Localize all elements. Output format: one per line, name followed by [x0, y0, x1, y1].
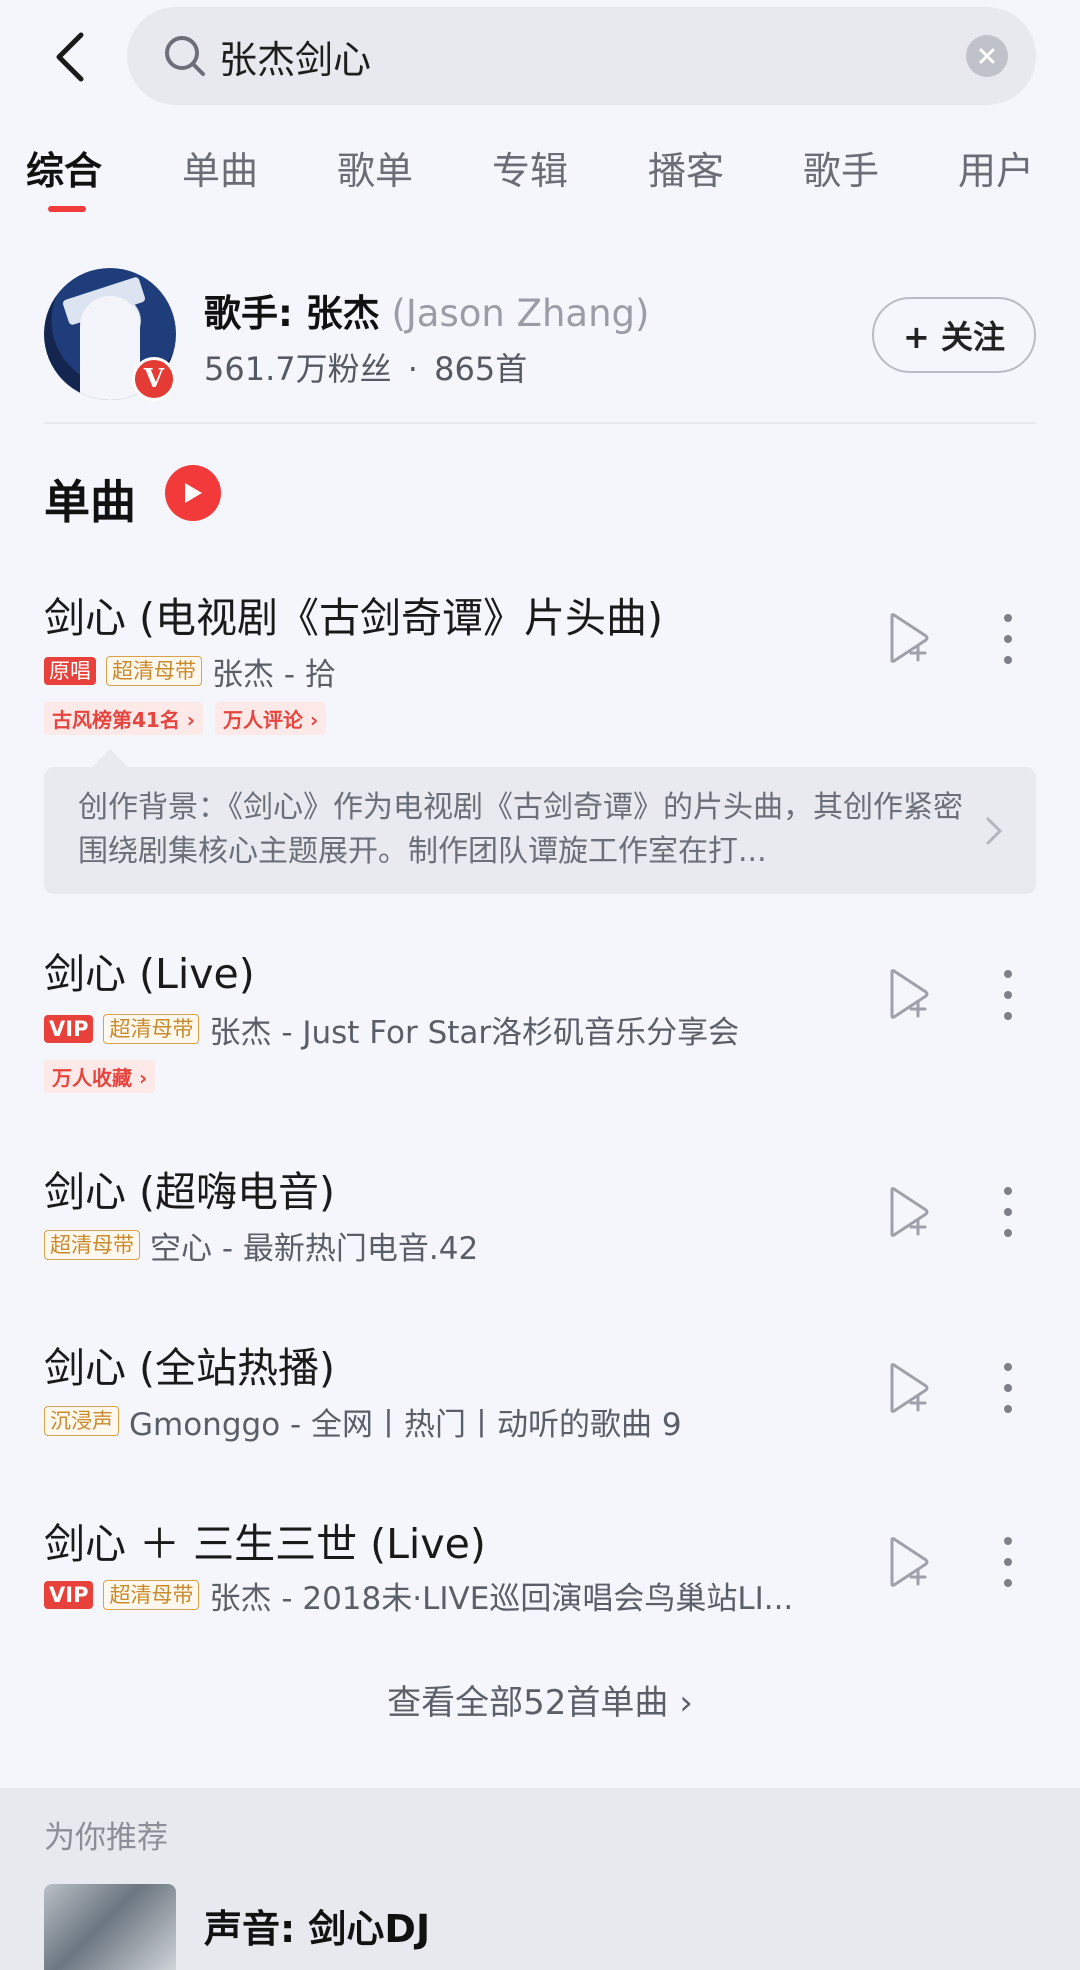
tab-playlists[interactable]: 歌单	[337, 140, 413, 195]
tab-comprehensive[interactable]: 综合	[26, 140, 102, 195]
more-options-icon[interactable]	[1000, 1537, 1016, 1587]
more-options-icon[interactable]	[1000, 970, 1016, 1020]
recommend-thumbnail[interactable]	[44, 1884, 176, 1970]
add-to-playlist-icon[interactable]	[886, 1536, 934, 1588]
tab-artists[interactable]: 歌手	[803, 140, 879, 195]
original-tag: 原唱	[44, 657, 96, 685]
divider	[44, 422, 1036, 424]
song-title[interactable]: 剑心 (超嗨电音)	[44, 1158, 335, 1218]
search-bar[interactable]: 张杰剑心	[127, 7, 1036, 105]
tab-songs[interactable]: 单曲	[182, 140, 258, 195]
more-options-icon[interactable]	[1000, 1363, 1016, 1413]
vip-tag: VIP	[44, 1581, 94, 1609]
recommend-title[interactable]: 声音: 剑心DJ	[204, 1898, 430, 1953]
search-tabs: 综合 单曲 歌单 专辑 播客 歌手 用户	[0, 140, 1080, 220]
verified-badge-icon: V	[132, 357, 176, 401]
artist-name-label: 歌手: 张杰	[204, 292, 380, 335]
vip-tag: VIP	[44, 1015, 94, 1043]
immersive-sound-tag: 沉浸声	[44, 1406, 119, 1436]
artist-stats: 561.7万粉丝 · 865首	[204, 344, 527, 390]
avatar-figure	[80, 296, 140, 400]
back-button[interactable]	[40, 22, 100, 92]
song-meta: 沉浸声 Gmonggo - 全网丨热门丨动听的歌曲 9	[44, 1402, 682, 1443]
active-tab-indicator	[48, 206, 86, 212]
fans-count: 561.7万粉丝	[204, 350, 392, 388]
back-arrow-icon	[56, 32, 84, 82]
song-artist-album: 张杰 - 2018未·LIVE巡回演唱会鸟巢站LI...	[209, 1580, 794, 1617]
more-options-icon[interactable]	[1000, 614, 1016, 664]
artist-english-name: (Jason Zhang)	[391, 292, 650, 335]
follow-button[interactable]: + 关注	[872, 297, 1036, 373]
quality-tag: 超清母带	[103, 1580, 200, 1610]
chevron-right-icon	[986, 817, 1003, 845]
quality-tag: 超清母带	[44, 1230, 140, 1260]
artist-name[interactable]: 歌手: 张杰 (Jason Zhang)	[204, 283, 649, 337]
song-meta: 原唱 超清母带 张杰 - 拾	[44, 652, 336, 693]
song-title[interactable]: 剑心 (全站热播)	[44, 1334, 335, 1394]
background-note-text: 创作背景：《剑心》作为电视剧《古剑奇谭》的片头曲，其创作紧密围绕剧集核心主题展开…	[78, 790, 963, 869]
stats-separator: ·	[407, 350, 418, 388]
song-meta: VIP 超清母带 张杰 - Just For Star洛杉矶音乐分享会	[44, 1010, 739, 1051]
song-title[interactable]: 剑心 (Live)	[44, 940, 255, 1000]
rank-chip[interactable]: 万人收藏 ›	[44, 1060, 156, 1093]
section-title: 单曲	[44, 475, 136, 529]
rank-chip[interactable]: 万人评论 ›	[215, 702, 327, 735]
song-ranks: 古风榜第41名 › 万人评论 ›	[44, 702, 338, 735]
tab-users[interactable]: 用户	[958, 140, 1034, 195]
play-all-button[interactable]	[165, 465, 221, 521]
note-pointer	[92, 749, 128, 767]
song-artist-album: 张杰 - 拾	[212, 656, 336, 693]
tab-albums[interactable]: 专辑	[492, 140, 568, 195]
song-artist-album: 空心 - 最新热门电音.42	[150, 1230, 479, 1267]
tab-podcasts[interactable]: 播客	[648, 140, 724, 195]
song-title[interactable]: 剑心 (电视剧《古剑奇谭》片头曲)	[44, 584, 663, 644]
song-title[interactable]: 剑心 ＋ 三生三世 (Live)	[44, 1510, 486, 1570]
song-artist-album: Gmonggo - 全网丨热门丨动听的歌曲 9	[129, 1406, 682, 1443]
search-icon	[165, 36, 205, 76]
add-to-playlist-icon[interactable]	[886, 968, 934, 1020]
song-artist-album: 张杰 - Just For Star洛杉矶音乐分享会	[209, 1014, 740, 1051]
quality-tag: 超清母带	[106, 656, 202, 686]
rank-chip[interactable]: 古风榜第41名 ›	[44, 702, 204, 735]
add-to-playlist-icon[interactable]	[886, 612, 934, 664]
song-meta: 超清母带 空心 - 最新热门电音.42	[44, 1226, 478, 1267]
add-to-playlist-icon[interactable]	[886, 1186, 934, 1238]
quality-tag: 超清母带	[103, 1014, 200, 1044]
more-options-icon[interactable]	[1000, 1187, 1016, 1237]
view-all-songs-link[interactable]: 查看全部52首单曲 ›	[0, 1675, 1080, 1724]
song-count: 865首	[434, 350, 528, 388]
play-icon	[185, 483, 202, 503]
recommend-label: 为你推荐	[44, 1820, 168, 1856]
song-meta: VIP 超清母带 张杰 - 2018未·LIVE巡回演唱会鸟巢站LI...	[44, 1576, 793, 1617]
song-ranks: 万人收藏 ›	[44, 1060, 167, 1093]
add-to-playlist-icon[interactable]	[886, 1362, 934, 1414]
search-input[interactable]: 张杰剑心	[219, 29, 966, 84]
clear-search-icon[interactable]	[966, 35, 1008, 77]
